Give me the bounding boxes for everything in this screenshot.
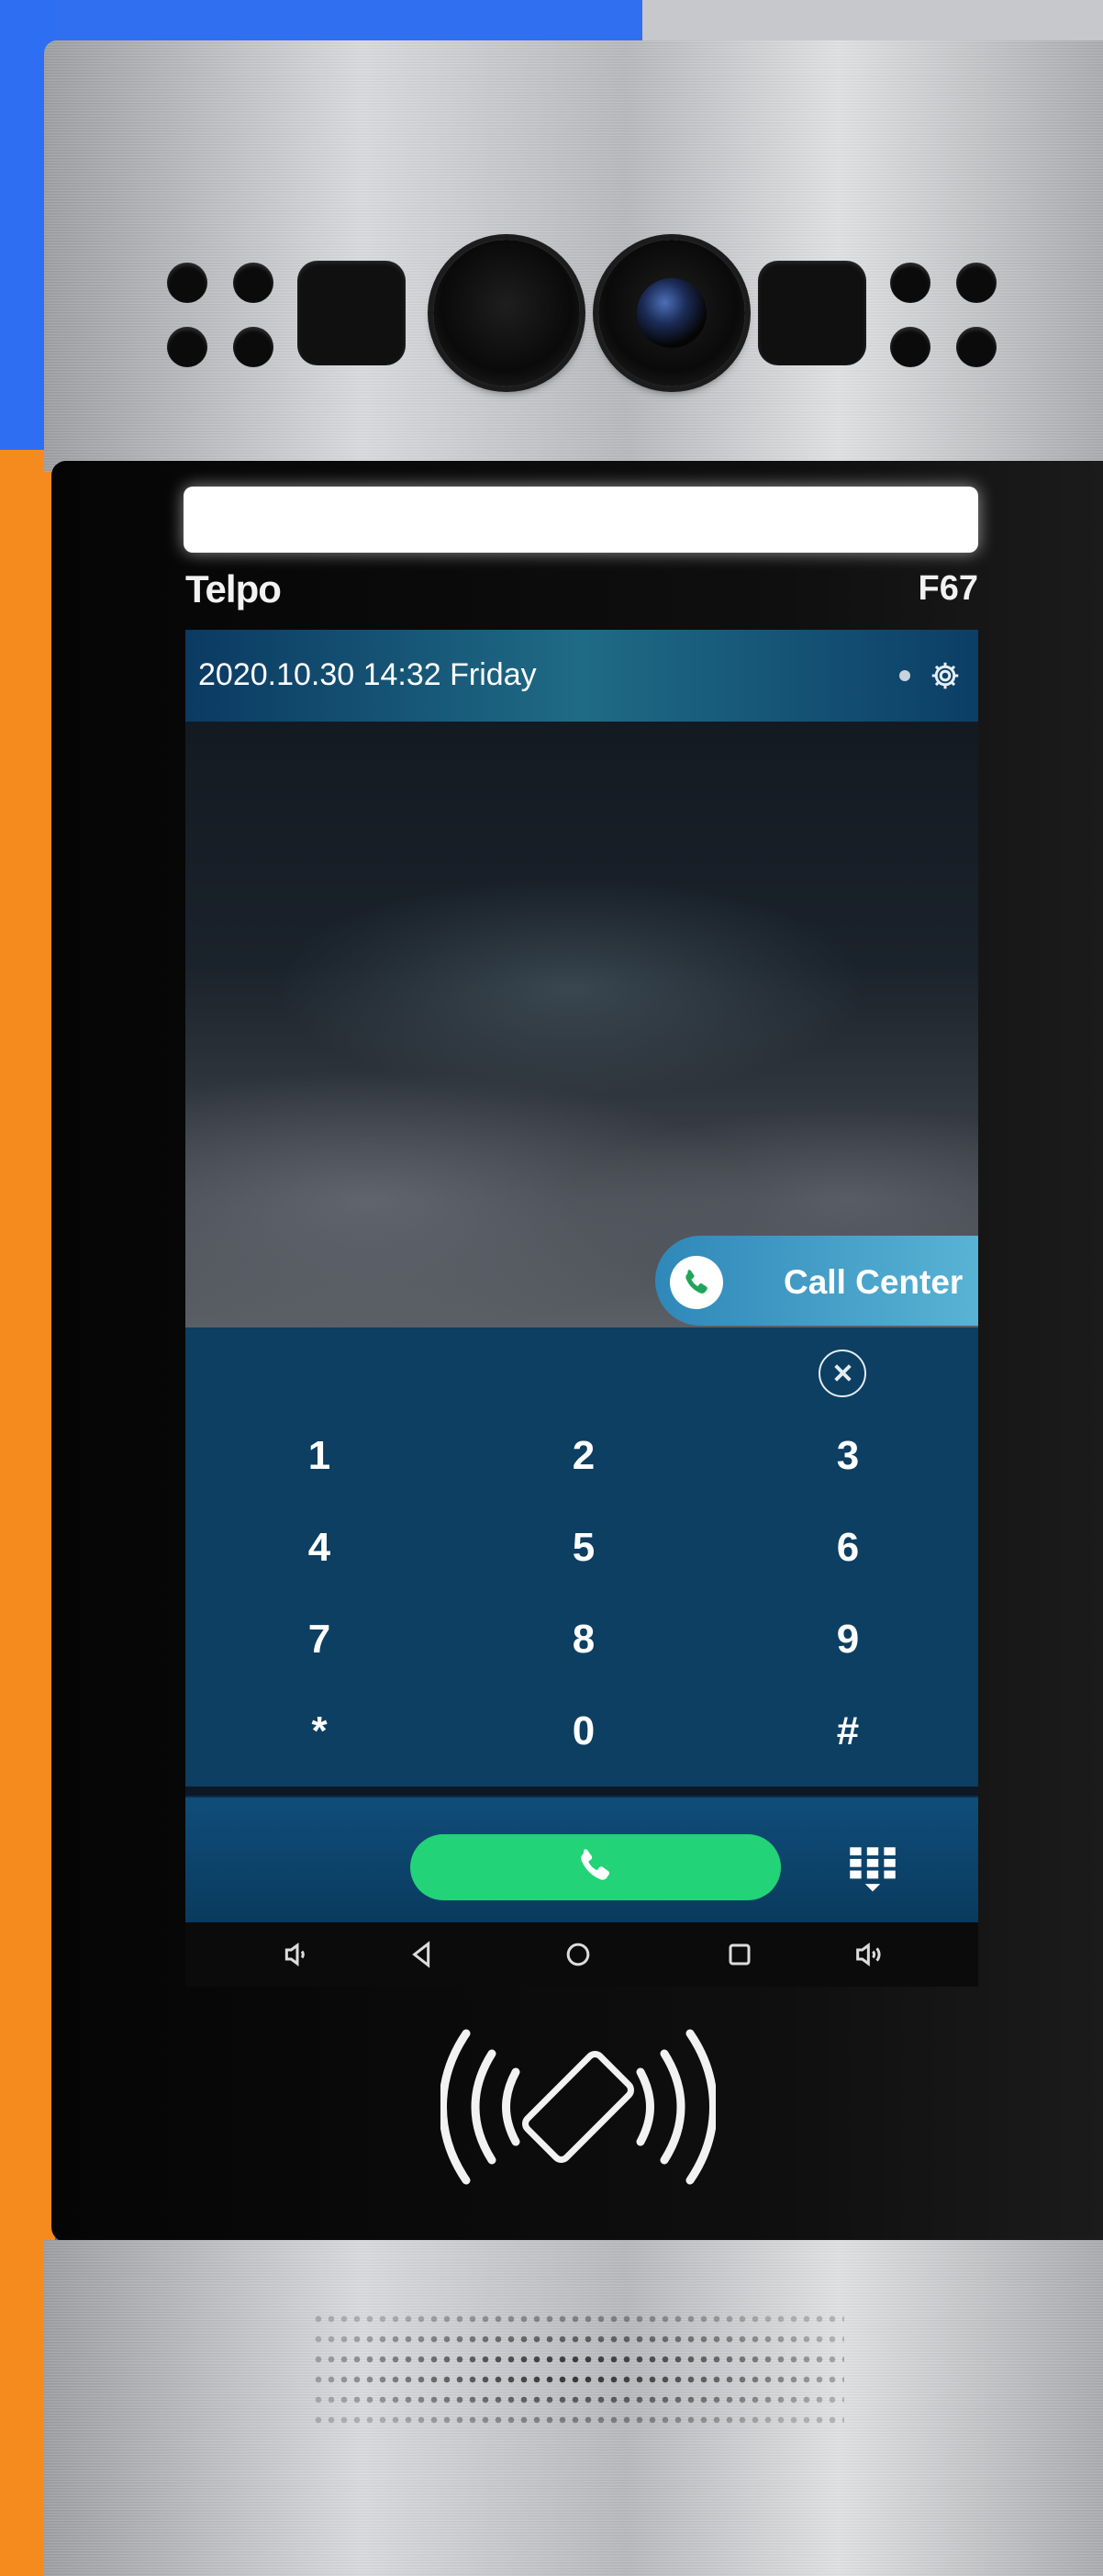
keypad-toggle-button[interactable] [842,1840,903,1900]
camera-lens [598,240,745,386]
home-button[interactable] [560,1936,596,1973]
dial-keypad: 1 2 3 4 5 6 7 8 9 * 0 # [185,1327,978,1786]
model-label: F67 [918,569,978,608]
keypad-icon [850,1847,896,1892]
ir-led-icon [167,327,207,367]
ir-led-icon [956,327,997,367]
key-6[interactable]: 6 [774,1511,921,1585]
key-0[interactable]: 0 [510,1695,657,1768]
key-hash[interactable]: # [774,1695,921,1768]
key-3[interactable]: 3 [774,1419,921,1493]
key-5[interactable]: 5 [510,1511,657,1585]
phone-icon [670,1256,723,1309]
key-4[interactable]: 4 [246,1511,393,1585]
volume-up-button[interactable] [852,1936,888,1973]
ir-led-icon [890,327,930,367]
back-icon [412,1941,430,1968]
clear-input-button[interactable] [819,1350,866,1397]
call-actions-bar [185,1796,978,1924]
ir-led-icon [167,263,207,303]
key-2[interactable]: 2 [510,1419,657,1493]
dial-call-button[interactable] [410,1834,781,1900]
top-steel-panel [44,40,1103,472]
ir-camera-lens [433,240,580,386]
home-icon [566,1943,590,1966]
ir-led-icon [956,263,997,303]
brand-logo: Telpo [185,567,282,610]
fill-light-bar [184,487,978,553]
key-1[interactable]: 1 [246,1419,393,1493]
circle-x-icon [833,1364,852,1382]
volume-down-icon [284,1943,305,1966]
system-nav-bar [185,1922,978,1987]
gear-icon[interactable] [929,659,962,692]
sensor-window-left [297,261,406,365]
recents-icon [729,1943,751,1966]
key-9[interactable]: 9 [774,1603,921,1676]
sensor-window-right [758,261,866,365]
key-8[interactable]: 8 [510,1603,657,1676]
volume-down-button[interactable] [279,1936,316,1973]
recents-button[interactable] [721,1936,758,1973]
status-bar: 2020.10.30 14:32 Friday [185,630,978,722]
speaker-grille [312,2309,844,2433]
phone-icon [581,1849,610,1880]
ir-led-icon [233,327,273,367]
call-center-button[interactable]: Call Center [655,1236,978,1326]
touch-screen: 2020.10.30 14:32 Friday Call Center 1 2 … [185,630,978,1987]
datetime-label: 2020.10.30 14:32 Friday [198,657,537,692]
camera-lens-glass [637,278,707,348]
call-center-label: Call Center [784,1263,964,1301]
ir-led-icon [233,263,273,303]
volume-up-icon [856,1943,881,1966]
back-button[interactable] [404,1936,440,1973]
status-indicator-icon [899,670,910,681]
nfc-card-reader-icon [440,2029,716,2185]
ir-led-icon [890,263,930,303]
key-star[interactable]: * [246,1695,393,1768]
key-7[interactable]: 7 [246,1603,393,1676]
